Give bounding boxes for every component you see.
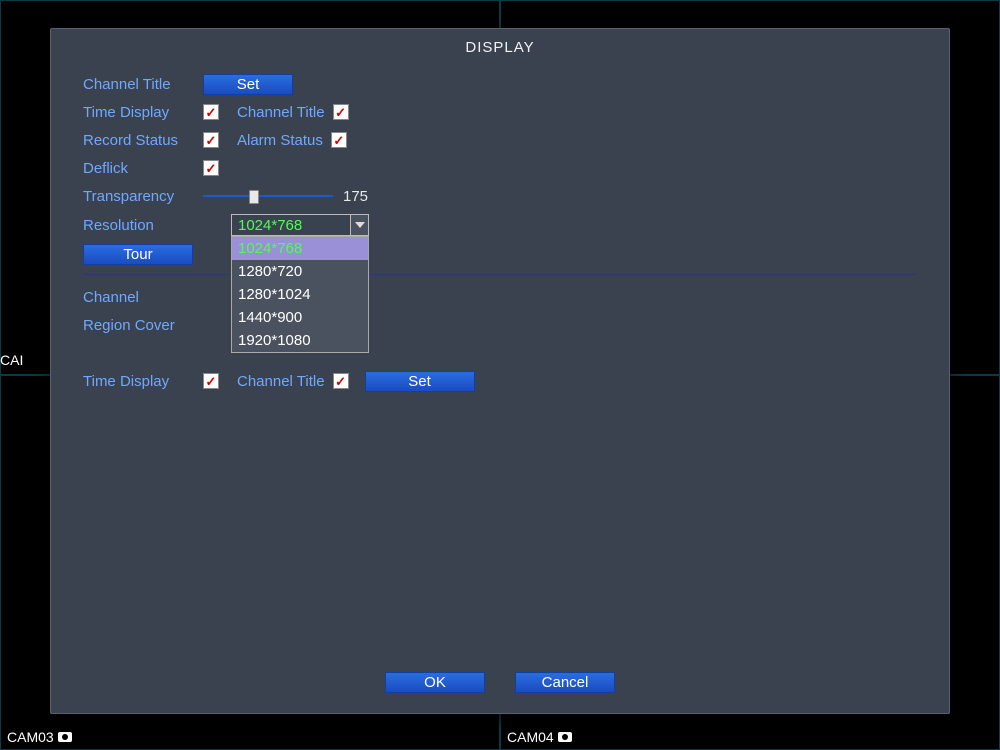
transparency-slider[interactable] [203, 188, 333, 204]
ok-button[interactable]: OK [385, 672, 485, 693]
cancel-button[interactable]: Cancel [515, 672, 615, 693]
record-status-label: Record Status [83, 132, 203, 149]
deflick-label: Deflick [83, 160, 203, 177]
tour-button[interactable]: Tour [83, 244, 193, 265]
set-button-1[interactable]: Set [203, 74, 293, 95]
transparency-value: 175 [343, 188, 368, 205]
chevron-down-icon [355, 222, 365, 228]
region-cover-label: Region Cover [83, 317, 203, 334]
resolution-selected: 1024*768 [232, 215, 350, 235]
time-display-checkbox[interactable] [203, 104, 219, 120]
resolution-option-3[interactable]: 1440*900 [232, 306, 368, 329]
dialog-footer: OK Cancel [51, 672, 949, 693]
resolution-dropdown-button[interactable] [350, 215, 368, 235]
time-display2-label: Time Display [83, 373, 203, 390]
section-divider [83, 274, 917, 275]
transparency-slider-wrap: 175 [203, 188, 368, 205]
resolution-combo-wrap: 1024*768 1024*768 1280*720 1280*1024 144… [231, 214, 369, 236]
transparency-label: Transparency [83, 188, 203, 205]
alarm-status-checkbox[interactable] [331, 132, 347, 148]
resolution-option-4[interactable]: 1920*1080 [232, 329, 368, 352]
cam03-text: CAM03 [7, 729, 54, 745]
display-dialog: DISPLAY Channel Title Set Time Display C… [50, 28, 950, 714]
set-button-2[interactable]: Set [365, 371, 475, 392]
resolution-label: Resolution [83, 217, 231, 234]
cam04-label: CAM04 [507, 729, 572, 745]
deflick-checkbox[interactable] [203, 160, 219, 176]
channel-title-checkbox[interactable] [333, 104, 349, 120]
cam04-text: CAM04 [507, 729, 554, 745]
alarm-status-label: Alarm Status [237, 132, 323, 149]
channel-label: Channel [83, 289, 203, 306]
channel-title2-label: Channel Title [237, 373, 325, 390]
dialog-body: Channel Title Set Time Display Channel T… [51, 62, 949, 395]
cam03-label: CAM03 [7, 729, 72, 745]
resolution-option-2[interactable]: 1280*1024 [232, 283, 368, 306]
resolution-option-0[interactable]: 1024*768 [232, 237, 368, 260]
channel-title2-checkbox[interactable] [333, 373, 349, 389]
resolution-dropdown-list: 1024*768 1280*720 1280*1024 1440*900 192… [231, 236, 369, 353]
record-status-checkbox[interactable] [203, 132, 219, 148]
resolution-combo[interactable]: 1024*768 [231, 214, 369, 236]
resolution-option-1[interactable]: 1280*720 [232, 260, 368, 283]
camera-icon [58, 732, 72, 742]
cam-side-label-left: CAI [0, 352, 23, 368]
time-display2-checkbox[interactable] [203, 373, 219, 389]
slider-thumb[interactable] [249, 190, 259, 204]
dialog-title: DISPLAY [51, 29, 949, 62]
camera-icon [558, 732, 572, 742]
time-display-label: Time Display [83, 104, 203, 121]
channel-title-label: Channel Title [83, 76, 203, 93]
channel-title-cb-label: Channel Title [237, 104, 325, 121]
